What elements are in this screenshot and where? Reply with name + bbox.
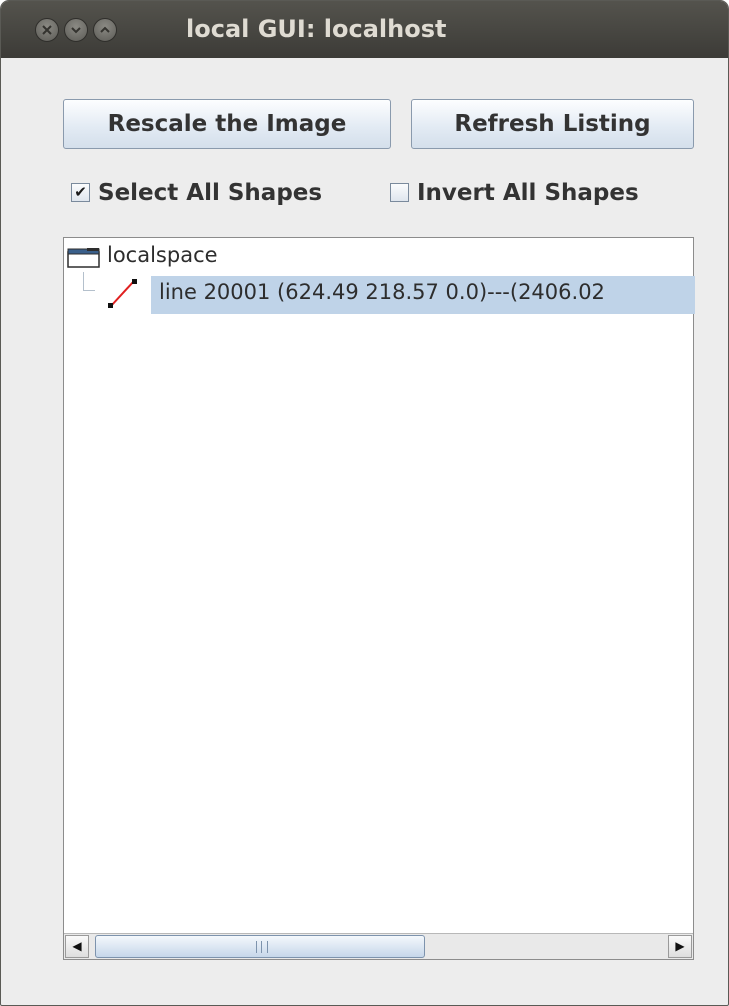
- scroll-right-button[interactable]: ▶: [668, 935, 692, 958]
- invert-all-shapes-checkbox[interactable]: Invert All Shapes: [390, 178, 680, 208]
- tree-connector-line: [83, 272, 95, 291]
- close-icon: [42, 25, 52, 35]
- app-window: local GUI: localhost Rescale the Image R…: [0, 0, 729, 1006]
- minimize-window-button[interactable]: [64, 18, 88, 42]
- select-all-shapes-label: Select All Shapes: [98, 180, 323, 206]
- maximize-window-button[interactable]: [93, 18, 117, 42]
- scrollbar-thumb[interactable]: [95, 935, 425, 958]
- grip-icon: [256, 941, 268, 953]
- invert-all-shapes-label: Invert All Shapes: [417, 180, 639, 206]
- chevron-up-icon: [100, 26, 110, 33]
- arrow-left-icon: ◀: [72, 939, 82, 953]
- select-all-shapes-checkbox[interactable]: ✔ Select All Shapes: [71, 178, 361, 208]
- rescale-image-button[interactable]: Rescale the Image: [63, 99, 391, 149]
- horizontal-scrollbar[interactable]: ◀ ▶: [64, 933, 693, 959]
- window-title: local GUI: localhost: [186, 15, 447, 43]
- arrow-right-icon: ▶: [675, 939, 685, 953]
- chevron-down-icon: [71, 27, 81, 34]
- line-shape-icon: [108, 279, 137, 308]
- checkbox-unchecked-icon[interactable]: [390, 183, 409, 202]
- shape-tree[interactable]: localspace line 20001 (624.49 218.57 0.0…: [63, 237, 695, 960]
- refresh-listing-button[interactable]: Refresh Listing: [411, 99, 694, 149]
- close-window-button[interactable]: [35, 18, 59, 42]
- tree-root-node[interactable]: localspace: [64, 242, 693, 270]
- title-bar[interactable]: local GUI: localhost: [1, 1, 728, 58]
- scroll-left-button[interactable]: ◀: [65, 935, 89, 958]
- folder-icon: [67, 248, 100, 268]
- checkbox-checked-icon[interactable]: ✔: [71, 183, 90, 202]
- tree-item-label: line 20001 (624.49 218.57 0.0)---(2406.0…: [159, 280, 605, 304]
- tree-root-label: localspace: [107, 243, 218, 267]
- tree-item-line-20001[interactable]: line 20001 (624.49 218.57 0.0)---(2406.0…: [151, 276, 695, 314]
